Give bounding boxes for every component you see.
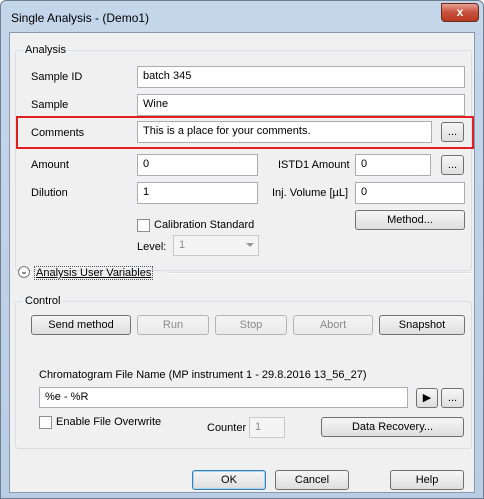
- comments-input[interactable]: This is a place for your comments.: [137, 121, 432, 143]
- level-label: Level:: [137, 241, 167, 253]
- istd-amount-label: ISTD1 Amount: [278, 159, 350, 171]
- enable-overwrite-checkbox[interactable]: [39, 416, 52, 429]
- play-icon[interactable]: ▶: [416, 388, 438, 408]
- user-variables-divider: [168, 272, 472, 274]
- close-button[interactable]: x: [441, 3, 479, 22]
- window-title: Single Analysis - (Demo1): [11, 11, 150, 25]
- counter-label: Counter: [207, 422, 247, 434]
- help-button[interactable]: Help: [390, 470, 464, 490]
- abort-button[interactable]: Abort: [293, 315, 373, 335]
- analysis-group-title: Analysis: [23, 44, 68, 56]
- dilution-label: Dilution: [31, 187, 68, 199]
- chromatogram-browse-button[interactable]: ...: [441, 388, 464, 408]
- level-value: 1: [179, 239, 186, 251]
- sample-id-input[interactable]: batch 345: [137, 66, 465, 88]
- chevron-down-icon: [246, 243, 254, 247]
- ok-button[interactable]: OK: [192, 470, 266, 490]
- calibration-standard-label: Calibration Standard: [154, 219, 255, 231]
- comments-browse-button[interactable]: ...: [441, 122, 464, 142]
- sample-id-label: Sample ID: [31, 71, 83, 83]
- level-combobox[interactable]: 1: [173, 235, 259, 256]
- cancel-button[interactable]: Cancel: [275, 470, 349, 490]
- dialog-window: Single Analysis - (Demo1) x Analysis Sam…: [0, 0, 484, 499]
- snapshot-button[interactable]: Snapshot: [379, 315, 465, 335]
- inj-volume-input[interactable]: 0: [355, 182, 465, 204]
- run-button[interactable]: Run: [137, 315, 209, 335]
- comments-label: Comments: [31, 127, 85, 139]
- expand-chevron-icon[interactable]: ⌄: [18, 266, 30, 278]
- dialog-client: Analysis Sample ID batch 345 Sample Wine…: [9, 32, 475, 493]
- istd-amount-input[interactable]: 0: [355, 154, 431, 176]
- method-button[interactable]: Method...: [355, 210, 465, 230]
- data-recovery-button[interactable]: Data Recovery...: [321, 417, 464, 437]
- amount-label: Amount: [31, 159, 69, 171]
- sample-label: Sample: [31, 99, 69, 111]
- inj-volume-label: Inj. Volume [µL]: [272, 187, 349, 199]
- calibration-standard-checkbox[interactable]: [137, 219, 150, 232]
- dilution-input[interactable]: 1: [137, 182, 258, 204]
- amount-input[interactable]: 0: [137, 154, 258, 176]
- counter-input[interactable]: 1: [249, 417, 285, 438]
- enable-overwrite-label: Enable File Overwrite: [56, 416, 162, 428]
- chromatogram-file-label: Chromatogram File Name (MP instrument 1 …: [39, 369, 367, 381]
- istd-browse-button[interactable]: ...: [441, 155, 464, 175]
- chromatogram-file-input[interactable]: %e - %R: [39, 387, 408, 408]
- stop-button[interactable]: Stop: [215, 315, 287, 335]
- title-bar[interactable]: Single Analysis - (Demo1) x: [1, 1, 483, 33]
- sample-input[interactable]: Wine: [137, 94, 465, 116]
- control-group-title: Control: [23, 295, 63, 307]
- send-method-button[interactable]: Send method: [31, 315, 131, 335]
- analysis-user-variables-toggle[interactable]: Analysis User Variables: [34, 266, 154, 280]
